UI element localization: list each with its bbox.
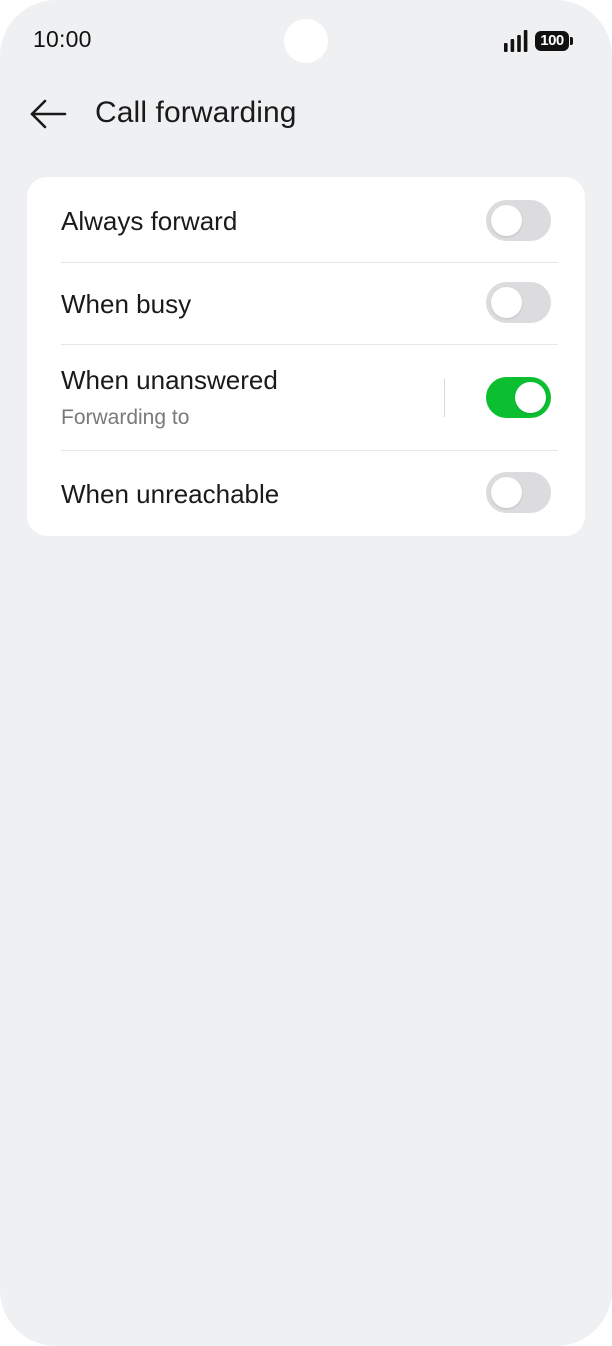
toggle-knob (515, 382, 546, 413)
arrow-left-icon (30, 99, 67, 129)
option-subtitle: Forwarding to (61, 406, 190, 429)
battery-level: 100 (535, 31, 569, 51)
always-forward-toggle[interactable] (486, 200, 551, 241)
vertical-separator (444, 379, 445, 417)
status-bar: 10:00 100 (0, 0, 612, 84)
cellular-signal-icon (504, 30, 528, 52)
option-row-always-forward[interactable]: Always forward (27, 177, 585, 263)
when-busy-toggle[interactable] (486, 282, 551, 323)
option-label: When unanswered (61, 365, 278, 395)
option-row-when-busy[interactable]: When busy (27, 263, 585, 345)
phone-screen: 10:00 100 Call forwarding Always forward (0, 0, 612, 1346)
option-row-when-unreachable[interactable]: When unreachable (27, 451, 585, 536)
option-label: When busy (61, 289, 192, 319)
option-row-when-unanswered[interactable]: When unanswered Forwarding to (27, 345, 585, 451)
back-button[interactable] (22, 92, 74, 136)
when-unreachable-toggle[interactable] (486, 472, 551, 513)
toggle-knob (491, 287, 522, 318)
toggle-knob (491, 477, 522, 508)
battery-tip (570, 37, 573, 45)
option-label: When unreachable (61, 479, 280, 509)
forwarding-options-card: Always forward When busy When unanswered… (27, 177, 585, 536)
camera-cutout (284, 19, 328, 63)
status-time: 10:00 (33, 26, 92, 52)
toggle-knob (491, 205, 522, 236)
when-unanswered-toggle[interactable] (486, 377, 551, 418)
battery-icon: 100 (535, 31, 573, 51)
page-title: Call forwarding (95, 96, 297, 129)
option-label: Always forward (61, 206, 238, 236)
app-bar: Call forwarding (0, 84, 612, 144)
